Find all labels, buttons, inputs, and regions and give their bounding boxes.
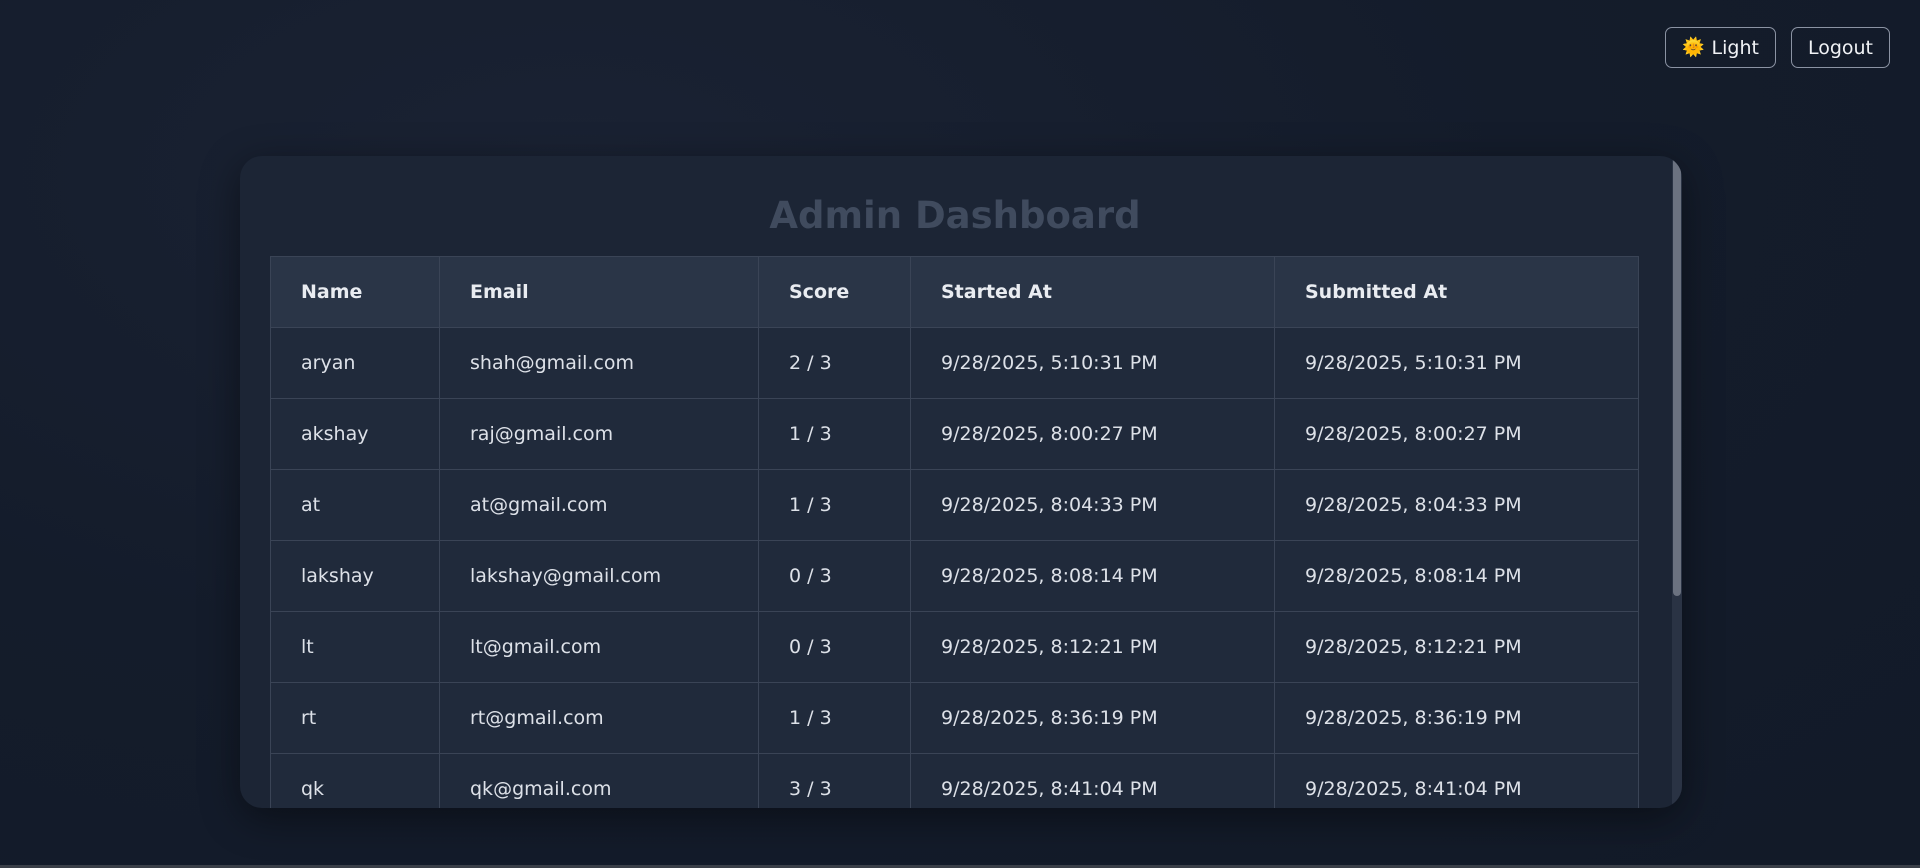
cell-submitted-at: 9/28/2025, 8:04:33 PM: [1274, 469, 1639, 541]
table-row: qk qk@gmail.com 3 / 3 9/28/2025, 8:41:04…: [270, 753, 1639, 808]
cell-name: aryan: [270, 327, 440, 399]
cell-started-at: 9/28/2025, 8:36:19 PM: [910, 682, 1275, 754]
cell-started-at: 9/28/2025, 8:12:21 PM: [910, 611, 1275, 683]
table-row: rt rt@gmail.com 1 / 3 9/28/2025, 8:36:19…: [270, 682, 1639, 754]
cell-started-at: 9/28/2025, 5:10:31 PM: [910, 327, 1275, 399]
column-header-score: Score: [758, 256, 911, 328]
page-title: Admin Dashboard: [769, 194, 1141, 237]
column-header-name: Name: [270, 256, 440, 328]
dashboard-card: Admin Dashboard Name Email Score Started…: [240, 156, 1682, 808]
results-table: Name Email Score Started At Submitted At…: [270, 256, 1639, 808]
table-row: lt lt@gmail.com 0 / 3 9/28/2025, 8:12:21…: [270, 611, 1639, 683]
cell-email: shah@gmail.com: [439, 327, 759, 399]
table-header-row: Name Email Score Started At Submitted At: [270, 256, 1639, 328]
logout-button[interactable]: Logout: [1790, 27, 1890, 68]
theme-toggle-label: Light: [1711, 36, 1759, 59]
cell-email: qk@gmail.com: [439, 753, 759, 808]
cell-started-at: 9/28/2025, 8:41:04 PM: [910, 753, 1275, 808]
cell-score: 1 / 3: [758, 469, 911, 541]
table-row: akshay raj@gmail.com 1 / 3 9/28/2025, 8:…: [270, 398, 1639, 470]
cell-name: at: [270, 469, 440, 541]
table-row: lakshay lakshay@gmail.com 0 / 3 9/28/202…: [270, 540, 1639, 612]
cell-score: 0 / 3: [758, 540, 911, 612]
column-header-email: Email: [439, 256, 759, 328]
cell-score: 0 / 3: [758, 611, 911, 683]
table-row: aryan shah@gmail.com 2 / 3 9/28/2025, 5:…: [270, 327, 1639, 399]
vertical-scrollbar[interactable]: [1672, 156, 1682, 808]
sun-icon: 🌞: [1682, 37, 1705, 58]
cell-email: raj@gmail.com: [439, 398, 759, 470]
cell-submitted-at: 9/28/2025, 8:00:27 PM: [1274, 398, 1639, 470]
top-bar: 🌞 Light Logout: [1665, 27, 1890, 68]
cell-submitted-at: 9/28/2025, 8:36:19 PM: [1274, 682, 1639, 754]
cell-email: rt@gmail.com: [439, 682, 759, 754]
cell-score: 3 / 3: [758, 753, 911, 808]
cell-email: at@gmail.com: [439, 469, 759, 541]
cell-score: 2 / 3: [758, 327, 911, 399]
cell-started-at: 9/28/2025, 8:08:14 PM: [910, 540, 1275, 612]
cell-name: lt: [270, 611, 440, 683]
cell-name: akshay: [270, 398, 440, 470]
cell-score: 1 / 3: [758, 398, 911, 470]
dashboard-content: Admin Dashboard Name Email Score Started…: [240, 156, 1670, 808]
cell-submitted-at: 9/28/2025, 8:08:14 PM: [1274, 540, 1639, 612]
cell-started-at: 9/28/2025, 8:04:33 PM: [910, 469, 1275, 541]
cell-submitted-at: 9/28/2025, 5:10:31 PM: [1274, 327, 1639, 399]
cell-email: lt@gmail.com: [439, 611, 759, 683]
cell-name: qk: [270, 753, 440, 808]
table-row: at at@gmail.com 1 / 3 9/28/2025, 8:04:33…: [270, 469, 1639, 541]
theme-toggle-button[interactable]: 🌞 Light: [1665, 27, 1776, 68]
cell-score: 1 / 3: [758, 682, 911, 754]
cell-name: rt: [270, 682, 440, 754]
cell-started-at: 9/28/2025, 8:00:27 PM: [910, 398, 1275, 470]
column-header-submitted-at: Submitted At: [1274, 256, 1639, 328]
cell-submitted-at: 9/28/2025, 8:12:21 PM: [1274, 611, 1639, 683]
cell-email: lakshay@gmail.com: [439, 540, 759, 612]
scrollbar-thumb[interactable]: [1673, 158, 1681, 596]
cell-submitted-at: 9/28/2025, 8:41:04 PM: [1274, 753, 1639, 808]
cell-name: lakshay: [270, 540, 440, 612]
column-header-started-at: Started At: [910, 256, 1275, 328]
